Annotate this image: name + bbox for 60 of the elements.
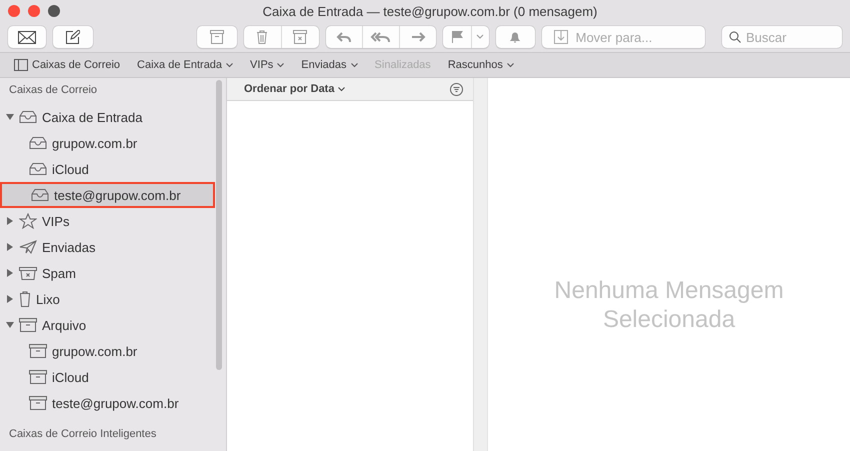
archive-icon — [208, 30, 225, 44]
favorites-bar-item[interactable]: VIPs — [250, 59, 284, 71]
inbox-icon — [29, 137, 47, 149]
bell-icon — [509, 30, 522, 44]
mailbox-item[interactable]: Spam — [0, 260, 215, 286]
forward-icon — [410, 30, 426, 44]
mailbox-item[interactable]: grupow.com.br — [0, 130, 215, 156]
mailbox-item[interactable]: grupow.com.br — [0, 338, 215, 364]
zoom-button[interactable] — [48, 5, 60, 17]
disclosure-triangle-icon[interactable] — [6, 321, 14, 329]
disclosure-triangle-icon[interactable] — [6, 113, 14, 121]
archive-icon — [29, 396, 47, 410]
mailbox-item[interactable]: Arquivo — [0, 312, 215, 338]
disclosure-triangle-icon[interactable] — [6, 217, 14, 225]
reply-icon — [336, 30, 352, 44]
section-title: Caixas de Correio Inteligentes — [8, 428, 158, 442]
minimize-button[interactable] — [28, 5, 40, 17]
star-icon — [19, 213, 37, 229]
compose-icon — [66, 30, 80, 44]
mailbox-item[interactable]: Lixo — [0, 286, 215, 312]
search-icon — [729, 31, 741, 43]
flag-icon — [450, 30, 463, 44]
mailbox-item[interactable]: iCloud — [0, 364, 215, 390]
scrollbar[interactable] — [216, 80, 222, 370]
trash-icon — [19, 291, 31, 307]
junk-icon — [292, 30, 308, 44]
archive-icon — [29, 344, 47, 358]
caret-icon — [476, 34, 484, 40]
favorites-bar-item[interactable]: Enviadas — [301, 59, 358, 71]
close-button[interactable] — [8, 5, 20, 17]
archive-icon — [29, 370, 47, 384]
mailbox-item[interactable]: teste@grupow.com.br — [0, 390, 215, 416]
filter-icon — [450, 82, 463, 96]
inbox-icon — [19, 111, 37, 123]
mailbox-item[interactable]: Caixa de Entrada — [0, 104, 215, 130]
disclosure-triangle-icon[interactable] — [6, 295, 14, 303]
mailbox-item[interactable]: iCloud — [0, 156, 215, 182]
empty-message: Nenhuma Mensagem Selecionada — [553, 276, 785, 334]
move-icon — [554, 30, 568, 44]
archive-icon — [19, 318, 37, 332]
envelope-icon — [18, 30, 36, 44]
search-field[interactable]: Buscar — [722, 26, 842, 48]
reply-all-icon — [370, 30, 392, 44]
window-title: Caixa de Entrada — teste@grupow.com.br (0 mensagem) — [262, 4, 598, 18]
favorites-bar-item[interactable]: Rascunhos — [448, 59, 514, 71]
disclosure-triangle-icon[interactable] — [6, 269, 14, 277]
favorites-bar-item[interactable]: Caixa de Entrada — [137, 59, 234, 71]
mailbox-item[interactable]: teste@grupow.com.br — [0, 182, 215, 208]
section-title: Caixas de Correio — [8, 84, 98, 98]
sidebar-icon — [14, 59, 28, 71]
paper-plane-icon — [19, 240, 37, 254]
inbox-icon — [31, 189, 49, 201]
favorites-bar-item[interactable]: Caixas de Correio — [14, 59, 120, 71]
chevron-icon — [338, 86, 346, 92]
mailbox-item[interactable]: Enviadas — [0, 234, 215, 260]
disclosure-triangle-icon[interactable] — [6, 243, 14, 251]
mailbox-item[interactable]: VIPs — [0, 208, 215, 234]
junk-icon — [19, 266, 37, 280]
inbox-icon — [29, 163, 47, 175]
sort-menu[interactable]: Ordenar por Data — [244, 83, 346, 95]
